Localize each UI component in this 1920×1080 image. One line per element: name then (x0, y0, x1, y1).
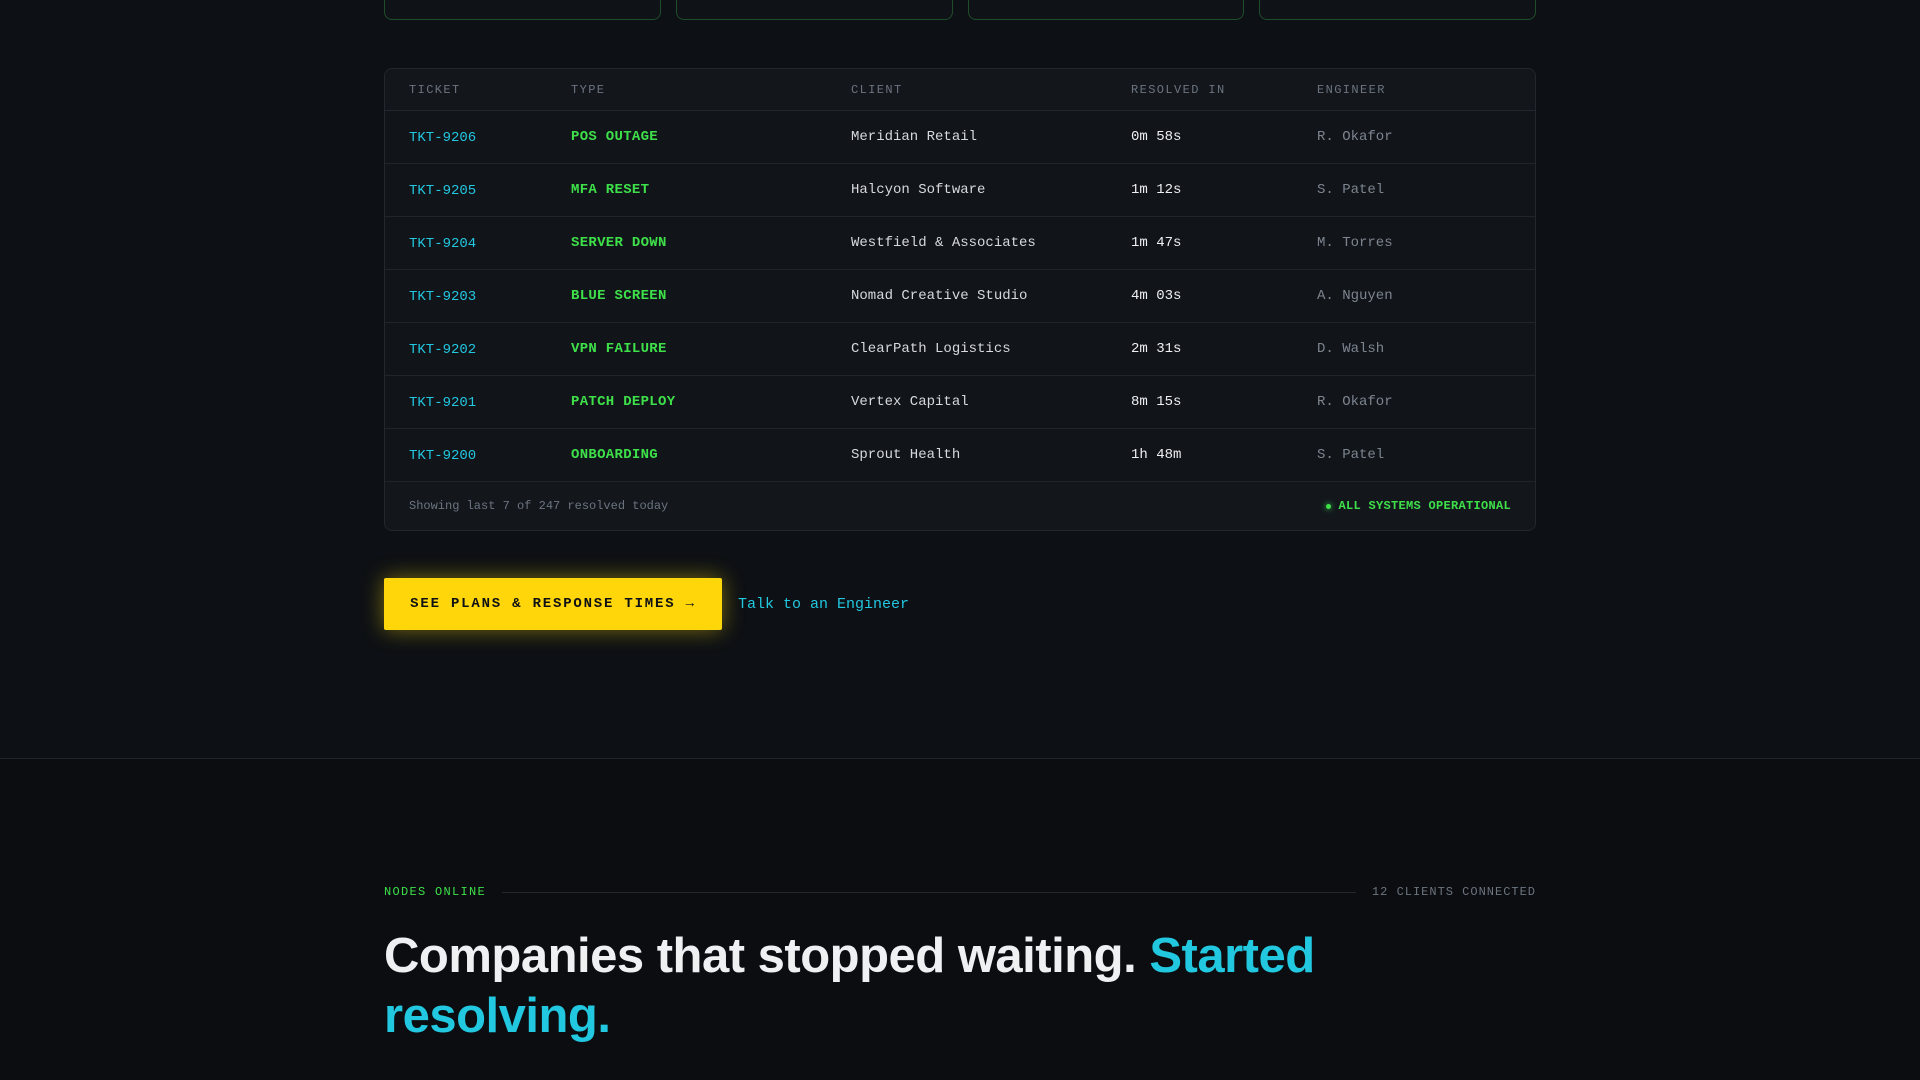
table-header: TICKET TYPE CLIENT RESOLVED IN ENGINEER (385, 69, 1535, 111)
ticket-id-link[interactable]: TKT-9205 (409, 183, 476, 199)
ticket-client: Nomad Creative Studio (851, 288, 1028, 304)
table-footer-note: Showing last 7 of 247 resolved today (409, 499, 669, 513)
ticket-resolved-time: 0m 58s (1131, 129, 1182, 145)
see-plans-button[interactable]: SEE PLANS & RESPONSE TIMES → (384, 578, 722, 630)
ticket-id-link[interactable]: TKT-9202 (409, 342, 476, 358)
ticket-resolved-time: 2m 31s (1131, 341, 1182, 357)
table-row: TKT-9204 SERVER DOWN Westfield & Associa… (385, 217, 1535, 270)
stat-card (384, 0, 661, 20)
resolved-tickets-table: TICKET TYPE CLIENT RESOLVED IN ENGINEER … (384, 68, 1536, 531)
ticket-type: SERVER DOWN (571, 235, 667, 251)
ticket-resolved-time: 4m 03s (1131, 288, 1182, 304)
header-ticket: TICKET (409, 82, 461, 97)
ticket-type: PATCH DEPLOY (571, 394, 676, 410)
status-dot-icon (1326, 503, 1332, 509)
ticket-engineer: S. Patel (1317, 447, 1385, 463)
nodes-online-label: NODES ONLINE (384, 885, 487, 899)
ticket-client: Halcyon Software (851, 182, 986, 198)
ticket-type: POS OUTAGE (571, 129, 659, 145)
header-client: CLIENT (851, 82, 903, 97)
table-row: TKT-9200 ONBOARDING Sprout Health 1h 48m… (385, 429, 1535, 482)
ticket-resolved-time: 1h 48m (1131, 447, 1182, 463)
ticket-engineer: R. Okafor (1317, 129, 1393, 145)
headline-main: Companies that stopped waiting. (384, 929, 1150, 983)
clients-connected-count: 12 CLIENTS CONNECTED (1371, 885, 1536, 899)
section-headline: Companies that stopped waiting. Started … (384, 926, 1384, 1046)
ticket-resolved-time: 1m 12s (1131, 182, 1182, 198)
ticket-id-link[interactable]: TKT-9206 (409, 130, 476, 146)
ticket-engineer: S. Patel (1317, 182, 1385, 198)
ticket-type: BLUE SCREEN (571, 288, 667, 304)
system-status: ALL SYSTEMS OPERATIONAL (1326, 499, 1511, 513)
page: TICKET TYPE CLIENT RESOLVED IN ENGINEER … (0, 0, 1920, 1080)
ticket-id-link[interactable]: TKT-9200 (409, 448, 476, 464)
stat-card (967, 0, 1245, 20)
ticket-type: ONBOARDING (571, 447, 659, 463)
ticket-client: Meridian Retail (851, 129, 978, 145)
ticket-id-link[interactable]: TKT-9204 (409, 236, 476, 252)
ticket-engineer: R. Okafor (1317, 394, 1393, 410)
ticket-id-link[interactable]: TKT-9203 (409, 289, 476, 305)
cta-row: SEE PLANS & RESPONSE TIMES → Talk to an … (384, 578, 909, 630)
ticket-client: ClearPath Logistics (851, 341, 1011, 357)
header-resolved-in: RESOLVED IN (1131, 82, 1226, 97)
ticket-client: Sprout Health (851, 447, 961, 463)
ticket-engineer: A. Nguyen (1317, 288, 1393, 304)
stat-cards (384, 0, 1536, 20)
ticket-engineer: D. Walsh (1317, 341, 1385, 357)
table-row: TKT-9206 POS OUTAGE Meridian Retail 0m 5… (385, 111, 1535, 164)
system-status-label: ALL SYSTEMS OPERATIONAL (1338, 499, 1511, 513)
ticket-id-link[interactable]: TKT-9201 (409, 395, 476, 411)
stat-card (1259, 0, 1536, 20)
ticket-resolved-time: 8m 15s (1131, 394, 1182, 410)
table-row: TKT-9203 BLUE SCREEN Nomad Creative Stud… (385, 270, 1535, 323)
ticket-engineer: M. Torres (1317, 235, 1393, 251)
ticket-client: Vertex Capital (851, 394, 969, 410)
table-footer: Showing last 7 of 247 resolved today ALL… (385, 482, 1535, 530)
ticket-type: MFA RESET (571, 182, 650, 198)
talk-to-engineer-link[interactable]: Talk to an Engineer (738, 596, 909, 613)
ticket-type: VPN FAILURE (571, 341, 667, 357)
stat-card (675, 0, 953, 20)
header-engineer: ENGINEER (1317, 82, 1386, 97)
table-row: TKT-9202 VPN FAILURE ClearPath Logistics… (385, 323, 1535, 376)
table-row: TKT-9205 MFA RESET Halcyon Software 1m 1… (385, 164, 1535, 217)
ticket-client: Westfield & Associates (851, 235, 1036, 251)
table-row: TKT-9201 PATCH DEPLOY Vertex Capital 8m … (385, 376, 1535, 429)
ticket-resolved-time: 1m 47s (1131, 235, 1182, 251)
nodes-divider-line (502, 891, 1356, 893)
header-type: TYPE (571, 82, 606, 97)
nodes-online-bar: NODES ONLINE 12 CLIENTS CONNECTED (384, 885, 1536, 899)
